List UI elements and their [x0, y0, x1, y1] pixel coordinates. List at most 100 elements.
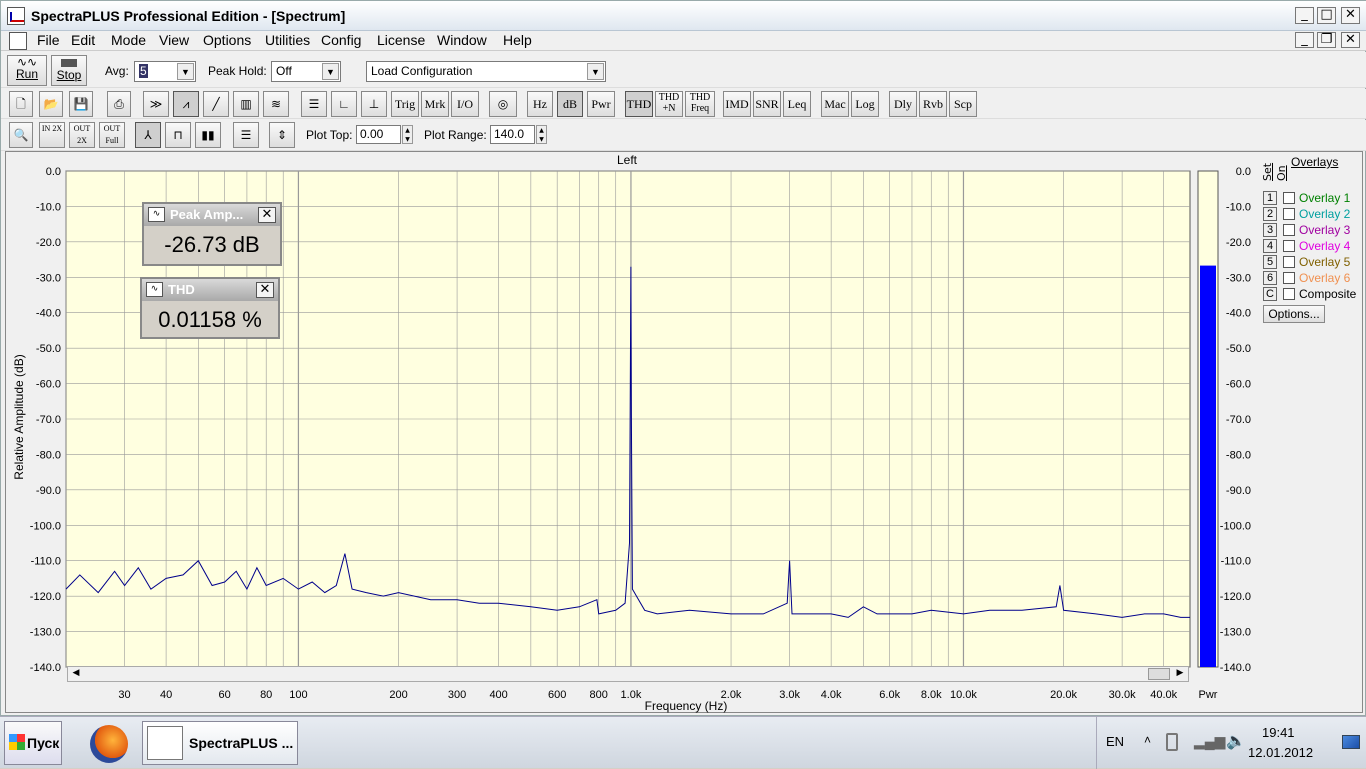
io-button[interactable]: I/O [451, 91, 479, 117]
overlay-set-button-4[interactable]: 4 [1263, 239, 1277, 253]
axis-icon[interactable]: ∟ [331, 91, 357, 117]
overlay-checkbox-2[interactable] [1283, 208, 1295, 220]
waveform-icon[interactable]: ╱ [203, 91, 229, 117]
list-icon[interactable]: ☰ [301, 91, 327, 117]
chevron-down-icon[interactable]: ▼ [322, 63, 339, 80]
menu-mode[interactable]: Mode [111, 32, 146, 48]
menu-file[interactable]: File [37, 32, 60, 48]
pwr-button[interactable]: Pwr [587, 91, 615, 117]
overlay-checkbox-1[interactable] [1283, 192, 1295, 204]
menu-view[interactable]: View [159, 32, 189, 48]
scroll-right-icon[interactable]: ▶ [1173, 668, 1187, 680]
print-icon[interactable]: ⎙ [107, 91, 131, 117]
step-plot-icon[interactable]: ⊓ [165, 122, 191, 148]
scroll-thumb[interactable] [1148, 668, 1170, 680]
scp-button[interactable]: Scp [949, 91, 977, 117]
menu-utilities[interactable]: Utilities [265, 32, 310, 48]
overlay-set-button-6[interactable]: 6 [1263, 271, 1277, 285]
network-icon[interactable]: ▂▄▆ [1194, 733, 1225, 750]
leq-button[interactable]: Leq [783, 91, 811, 117]
zoom-icon[interactable]: 🔍 [9, 122, 33, 148]
language-indicator[interactable]: EN [1106, 734, 1124, 749]
log-button[interactable]: Log [851, 91, 879, 117]
spectrum-icon[interactable]: ⩘ [173, 91, 199, 117]
doc-minimize-button[interactable]: _ [1295, 32, 1314, 48]
overlay-set-button-3[interactable]: 3 [1263, 223, 1277, 237]
overlay-set-button-1[interactable]: 1 [1263, 191, 1277, 205]
firefox-taskbar-button[interactable] [86, 721, 132, 765]
maximize-button[interactable]: □ [1317, 7, 1336, 24]
y-scale-icon[interactable]: ⇕ [269, 122, 295, 148]
title-bar[interactable]: SpectraPLUS Professional Edition - [Spec… [1, 1, 1366, 31]
tray-expand-icon[interactable]: ˄ [1144, 733, 1151, 747]
stop-button[interactable]: Stop [51, 55, 87, 86]
db-button[interactable]: dB [557, 91, 583, 117]
thdn-button[interactable]: THD +N [655, 91, 683, 117]
trig-button[interactable]: Trig [391, 91, 419, 117]
dly-button[interactable]: Dly [889, 91, 917, 117]
overlay-set-button-2[interactable]: 2 [1263, 207, 1277, 221]
plot-top-spinner[interactable]: ▲ ▼ [402, 125, 413, 144]
plot-range-spinner[interactable]: ▲ ▼ [536, 125, 547, 144]
close-button[interactable]: ✕ [1341, 7, 1360, 24]
new-file-icon[interactable]: 🗋 [9, 91, 33, 117]
thd-freq-button[interactable]: THD Freq [685, 91, 715, 117]
3d-surface-icon[interactable]: ≋ [263, 91, 289, 117]
plot-top-input[interactable]: 0.00 [356, 125, 401, 144]
spectraplus-taskbar-button[interactable]: SpectraPLUS ... [142, 721, 298, 765]
snr-button[interactable]: SNR [753, 91, 781, 117]
zoom-out-full-icon[interactable]: OUT Full [99, 122, 125, 148]
avg-select[interactable]: 5 ▼ [134, 61, 196, 82]
table-icon[interactable]: ☰ [233, 122, 259, 148]
clock-time[interactable]: 19:41 [1262, 725, 1295, 740]
show-desktop-icon[interactable] [1342, 735, 1360, 749]
clock-date[interactable]: 12.01.2012 [1248, 745, 1313, 760]
line-plot-icon[interactable]: ⅄ [135, 122, 161, 148]
overlay-checkbox-composite[interactable] [1283, 288, 1295, 300]
spectrogram-icon[interactable]: ▥ [233, 91, 259, 117]
overlay-set-button-5[interactable]: 5 [1263, 255, 1277, 269]
open-folder-icon[interactable]: 📂 [39, 91, 63, 117]
chevron-down-icon[interactable]: ▼ [587, 63, 604, 80]
start-button[interactable]: Пуск [4, 721, 62, 765]
overlay-checkbox-3[interactable] [1283, 224, 1295, 236]
menu-window[interactable]: Window [437, 32, 487, 48]
plot-range-input[interactable]: 140.0 [490, 125, 535, 144]
doc-icon[interactable] [9, 32, 27, 50]
minimize-button[interactable]: _ [1295, 7, 1314, 24]
peak-readout-close-button[interactable]: ✕ [258, 207, 276, 223]
battery-icon[interactable] [1166, 733, 1178, 751]
overlay-options-button[interactable]: Options... [1263, 305, 1325, 323]
menu-help[interactable]: Help [503, 32, 532, 48]
thd-button[interactable]: THD [625, 91, 653, 117]
config-select[interactable]: Load Configuration ▼ [366, 61, 606, 82]
doc-close-button[interactable]: ✕ [1341, 32, 1360, 48]
mrk-button[interactable]: Mrk [421, 91, 449, 117]
overlay-checkbox-4[interactable] [1283, 240, 1295, 252]
phase-icon[interactable]: ⊥ [361, 91, 387, 117]
run-button[interactable]: ∿∿ Run [7, 55, 47, 86]
fast-forward-icon[interactable]: ≫ [143, 91, 169, 117]
scroll-left-icon[interactable]: ◀ [69, 668, 83, 680]
overlay-checkbox-5[interactable] [1283, 256, 1295, 268]
menu-config[interactable]: Config [321, 32, 361, 48]
peak-amplitude-readout[interactable]: Peak Amp... ∿ ✕ -26.73 dB [142, 202, 282, 266]
signal-generator-icon[interactable]: ◎ [489, 91, 517, 117]
volume-icon[interactable]: 🔈 [1226, 731, 1246, 751]
imd-button[interactable]: IMD [723, 91, 751, 117]
mac-button[interactable]: Mac [821, 91, 849, 117]
zoom-in-2x-icon[interactable]: IN 2X [39, 122, 65, 148]
menu-license[interactable]: License [377, 32, 425, 48]
thd-readout[interactable]: THD ∿ ✕ 0.01158 % [140, 277, 280, 339]
overlay-checkbox-6[interactable] [1283, 272, 1295, 284]
zoom-out-2x-icon[interactable]: OUT 2X [69, 122, 95, 148]
overlay-set-button-composite[interactable]: C [1263, 287, 1277, 301]
app-icon[interactable] [7, 7, 25, 25]
hz-button[interactable]: Hz [527, 91, 553, 117]
bar-plot-icon[interactable]: ▮▮ [195, 122, 221, 148]
chevron-down-icon[interactable]: ▼ [177, 63, 194, 80]
menu-edit[interactable]: Edit [71, 32, 95, 48]
thd-readout-close-button[interactable]: ✕ [256, 282, 274, 298]
menu-options[interactable]: Options [203, 32, 251, 48]
horizontal-scrollbar[interactable]: ◀ ▶ [67, 666, 1189, 682]
